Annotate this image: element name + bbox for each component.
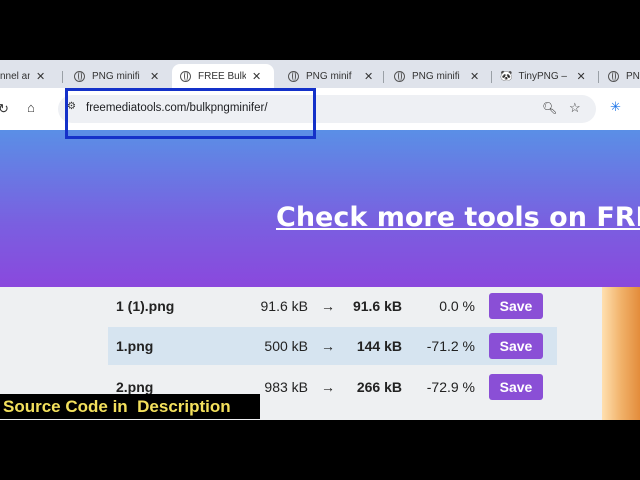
tab-5[interactable]: PNG minifi ✕: [386, 64, 490, 88]
file-row: 1.png 500 kB → 144 kB -71.2 % Save: [108, 327, 557, 365]
panda-icon: 🐼: [500, 70, 513, 82]
header-banner: Check more tools on FREE: [0, 130, 640, 287]
globe-icon: [394, 70, 405, 82]
bookmark-star-icon[interactable]: ☆: [569, 100, 581, 116]
tab-title: PNG: [626, 70, 640, 82]
tab-title: PNG minifi: [412, 70, 460, 82]
compressed-size: 144 kB: [356, 338, 402, 354]
size-change: 0.0 %: [439, 298, 475, 314]
tab-7[interactable]: PNG: [600, 64, 640, 88]
video-caption: Source Code in Description: [0, 394, 260, 419]
url-highlight-box: [65, 88, 316, 139]
save-button[interactable]: Save: [489, 293, 543, 319]
globe-icon: [608, 70, 619, 82]
more-tools-link[interactable]: Check more tools on FREE: [276, 202, 640, 233]
close-icon[interactable]: ✕: [576, 70, 585, 83]
original-size: 91.6 kB: [260, 298, 308, 314]
tab-6[interactable]: 🐼 TinyPNG – ✕: [492, 64, 596, 88]
size-change: -72.9 %: [426, 379, 475, 395]
tab-active[interactable]: FREE Bulk ✕: [172, 64, 274, 88]
file-name: 1 (1).png: [116, 298, 175, 314]
tab-strip: nnel an ✕ PNG minifi ✕ FREE Bulk ✕ PNG m…: [0, 60, 640, 88]
save-button[interactable]: Save: [489, 333, 543, 359]
tab-4[interactable]: PNG minif ✕: [280, 64, 382, 88]
size-change: -71.2 %: [426, 338, 475, 354]
tab-title: PNG minif: [306, 70, 352, 82]
tab-2[interactable]: PNG minifi ✕: [66, 64, 170, 88]
file-row: 1 (1).png 91.6 kB → 91.6 kB 0.0 % Save: [108, 287, 557, 325]
compressed-size: 266 kB: [356, 379, 402, 395]
close-icon[interactable]: ✕: [36, 70, 45, 83]
globe-icon: [74, 70, 85, 82]
original-size: 500 kB: [264, 338, 308, 354]
close-icon[interactable]: ✕: [252, 70, 261, 83]
globe-icon: [288, 70, 299, 82]
tab-1[interactable]: nnel an ✕: [0, 64, 58, 88]
original-size: 983 kB: [264, 379, 308, 395]
tab-title: PNG minifi: [92, 70, 140, 82]
zoom-icon[interactable]: 🔍︎: [542, 101, 557, 115]
side-image: [602, 287, 640, 420]
close-icon[interactable]: ✕: [150, 70, 159, 83]
home-icon[interactable]: ⌂: [27, 100, 35, 115]
close-icon[interactable]: ✕: [364, 70, 373, 83]
globe-icon: [180, 70, 191, 82]
compressed-size: 91.6 kB: [352, 298, 402, 314]
extension-icon[interactable]: ✳: [610, 99, 621, 115]
save-button[interactable]: Save: [489, 374, 543, 400]
arrow-icon: →: [321, 338, 335, 354]
arrow-icon: →: [321, 298, 335, 314]
close-icon[interactable]: ✕: [470, 70, 479, 83]
reload-icon[interactable]: ↻: [0, 101, 9, 117]
tab-title: TinyPNG –: [518, 70, 567, 82]
tab-title: FREE Bulk: [198, 70, 246, 82]
file-name: 1.png: [116, 338, 154, 354]
file-name: 2.png: [116, 379, 154, 395]
arrow-icon: →: [321, 379, 335, 395]
tab-title: nnel an: [0, 70, 30, 82]
